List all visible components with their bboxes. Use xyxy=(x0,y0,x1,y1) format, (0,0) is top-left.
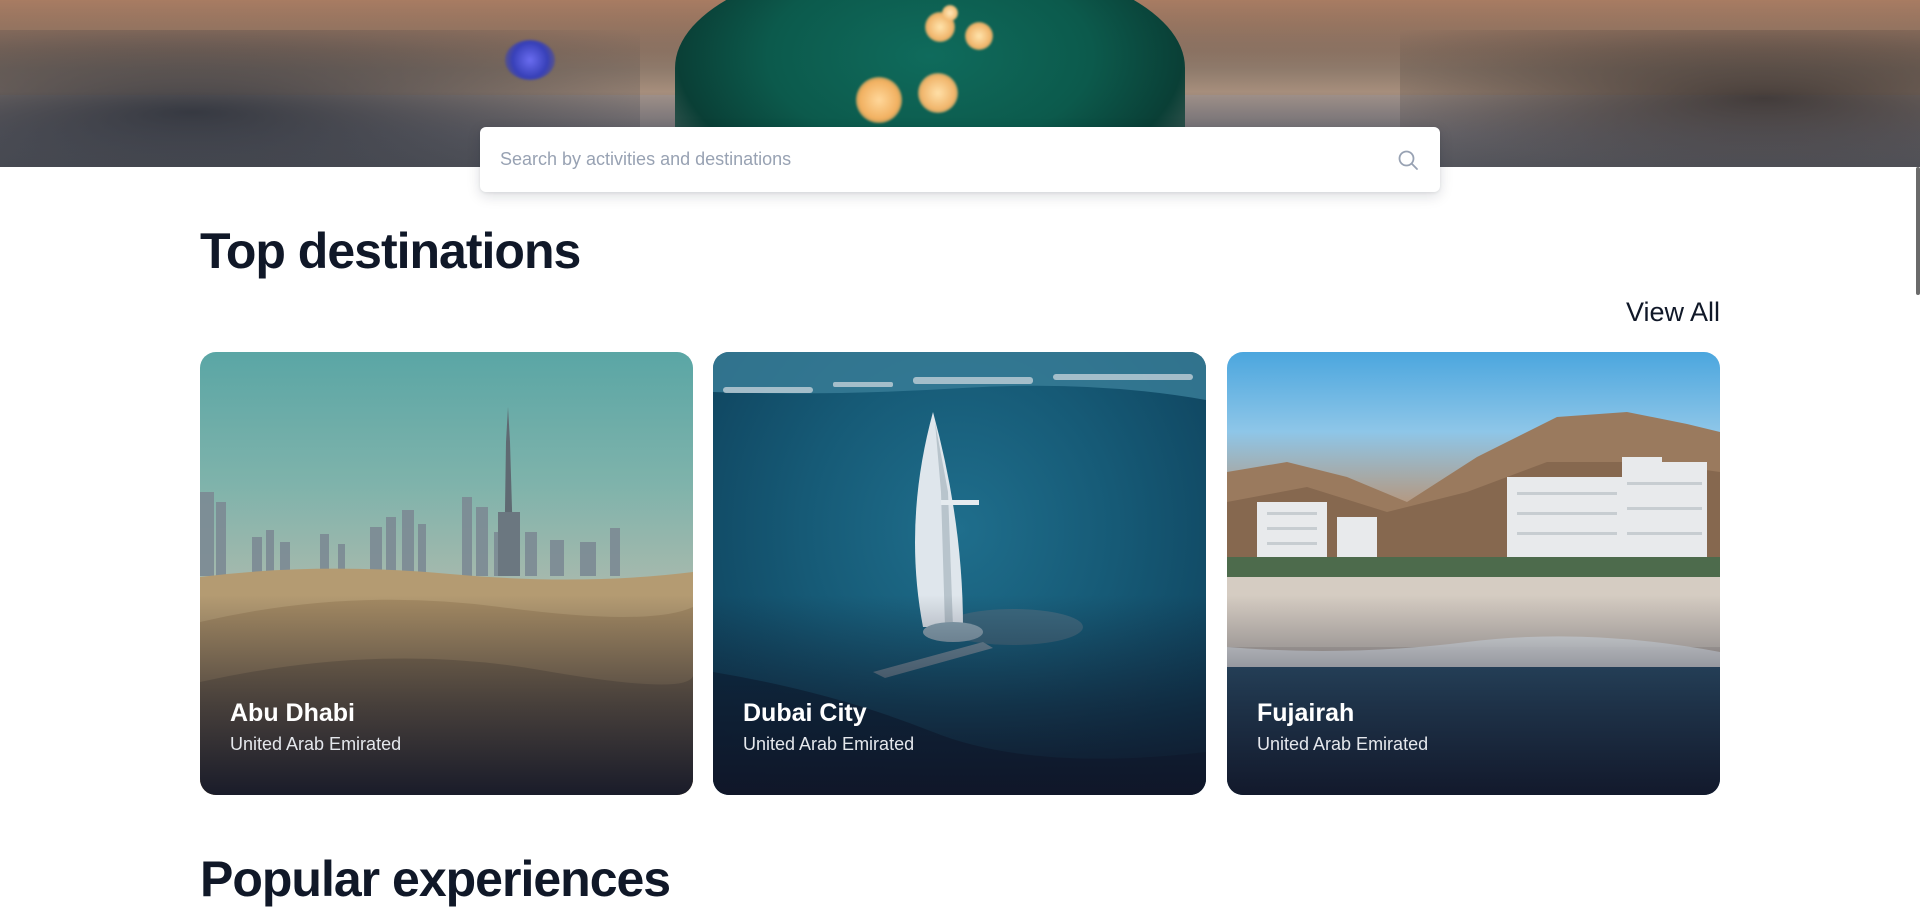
page-scrollbar[interactable] xyxy=(1916,167,1920,295)
card-shade xyxy=(713,595,1206,795)
search-icon[interactable] xyxy=(1396,148,1420,172)
card-shade xyxy=(200,595,693,795)
hero-right-shade xyxy=(1400,30,1920,167)
destination-name: Abu Dhabi xyxy=(230,699,355,727)
section-title-top-destinations: Top destinations xyxy=(200,223,581,279)
section-title-popular-experiences: Popular experiences xyxy=(200,851,671,907)
search-input[interactable] xyxy=(480,127,1396,192)
card-caption: Fujairah United Arab Emirated xyxy=(1257,699,1428,755)
destination-card-dubai-city[interactable]: Dubai City United Arab Emirated xyxy=(713,352,1206,795)
destination-country: United Arab Emirated xyxy=(743,734,915,754)
hero-bokeh-light xyxy=(942,5,958,21)
destination-country: United Arab Emirated xyxy=(230,734,402,754)
destination-card-fujairah[interactable]: Fujairah United Arab Emirated xyxy=(1227,352,1720,795)
destination-cards: Abu Dhabi United Arab Emirated Dubai Cit… xyxy=(200,352,1721,795)
destination-card-abu-dhabi[interactable]: Abu Dhabi United Arab Emirated xyxy=(200,352,693,795)
view-all-link[interactable]: View All xyxy=(1626,297,1720,328)
card-shade xyxy=(1227,595,1720,795)
card-caption: Dubai City United Arab Emirated xyxy=(743,699,914,755)
card-caption: Abu Dhabi United Arab Emirated xyxy=(230,699,401,755)
destination-name: Dubai City xyxy=(743,699,867,727)
destination-name: Fujairah xyxy=(1257,699,1355,727)
hero-bokeh-light xyxy=(505,40,555,80)
hero-bokeh-light xyxy=(856,77,902,123)
search-bar[interactable] xyxy=(480,127,1440,192)
hero-bokeh-light xyxy=(918,73,958,113)
hero-bokeh-light xyxy=(965,22,993,50)
destination-country: United Arab Emirated xyxy=(1257,734,1429,754)
